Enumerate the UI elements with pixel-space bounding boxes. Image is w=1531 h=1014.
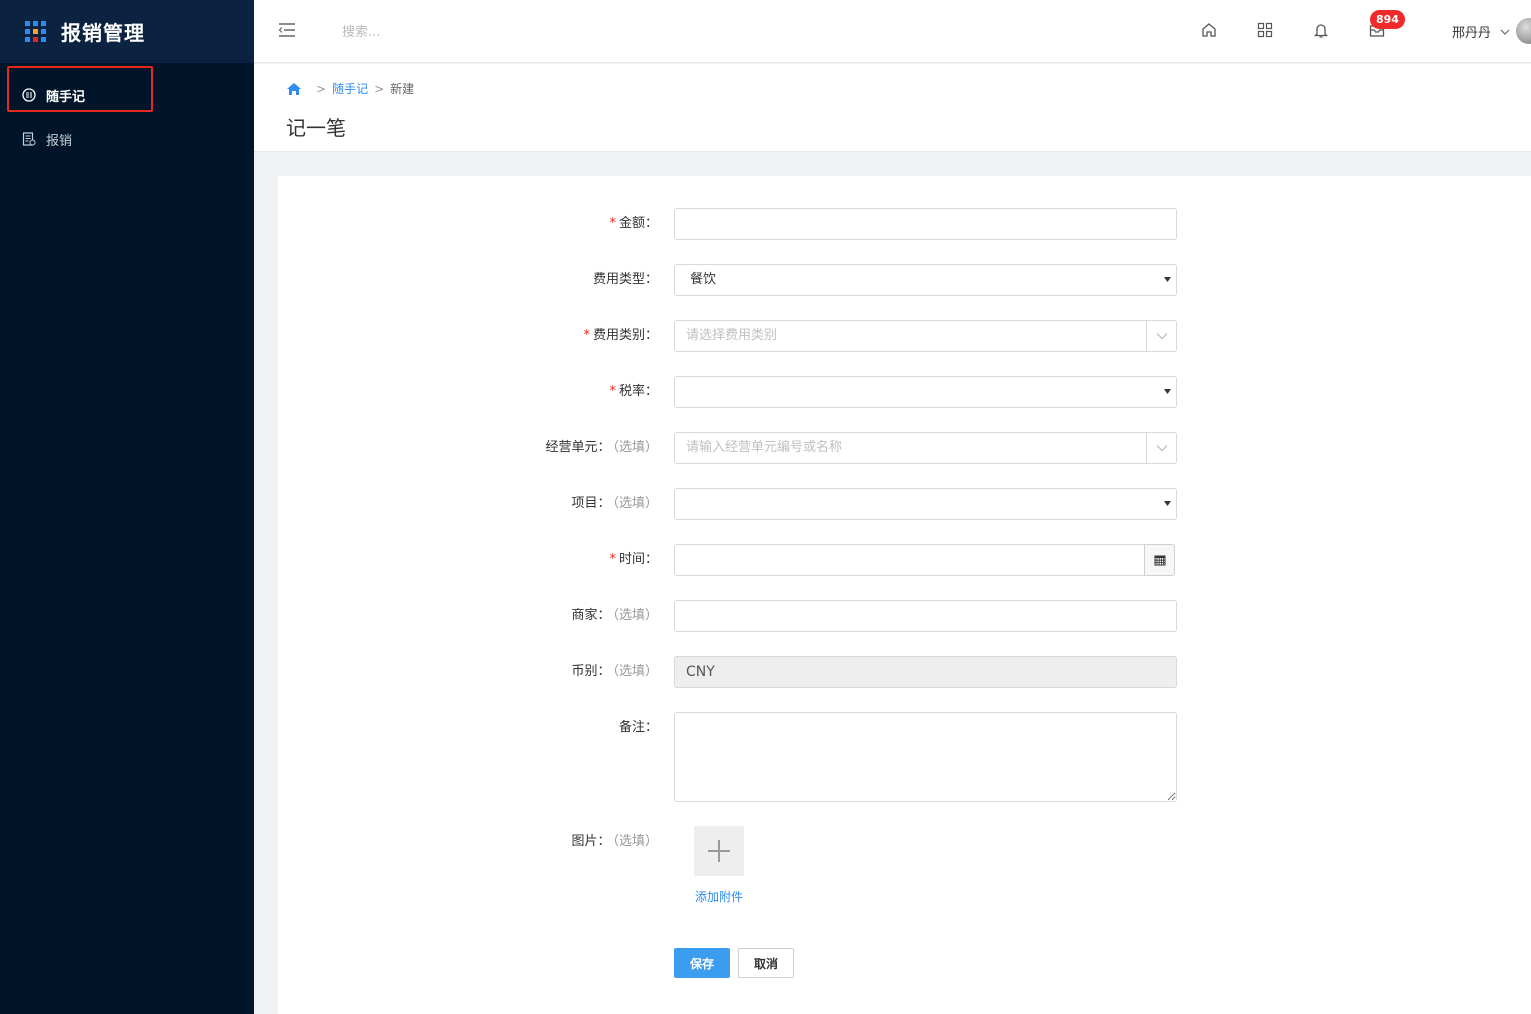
project-label: 项目： （选填）: [571, 488, 658, 520]
cancel-button[interactable]: 取消: [738, 948, 794, 978]
amount-label: * 金额：: [609, 208, 658, 240]
add-attachment-link[interactable]: 添加附件: [695, 888, 743, 905]
home-icon[interactable]: [1200, 21, 1218, 39]
optional-hint: （选填）: [612, 440, 658, 455]
expense-category-label: * 费用类别：: [583, 320, 658, 352]
expense-type-select[interactable]: 餐饮: [674, 264, 1177, 296]
chevron-down-icon[interactable]: [1146, 433, 1176, 463]
chevron-down-icon[interactable]: [1500, 25, 1510, 35]
apps-grid-icon[interactable]: [25, 20, 47, 43]
top-header: 894 邢丹丹: [254, 0, 1531, 63]
sidebar-item-label: 随手记: [46, 89, 86, 105]
amount-label-text: 金额：: [618, 216, 658, 231]
currency-label-text: 币别：: [571, 664, 611, 679]
merchant-label-text: 商家：: [571, 608, 611, 623]
upload-button[interactable]: [694, 826, 744, 876]
form-row-merchant: 商家： （选填）: [278, 600, 1531, 632]
optional-hint: （选填）: [612, 608, 658, 623]
form-actions: 保存 取消: [278, 948, 1531, 978]
required-mark: *: [609, 552, 616, 567]
time-input[interactable]: [674, 544, 1146, 576]
sidebar-item-reimbursement[interactable]: 报销: [0, 117, 254, 161]
image-label: 图片： （选填）: [571, 826, 658, 858]
expense-category-placeholder: 请选择费用类别: [686, 328, 778, 343]
notification-badge: 894: [1370, 10, 1405, 29]
form-row-image: 图片： （选填） 添加附件: [278, 826, 1531, 906]
form-row-expense-category: * 费用类别： 请选择费用类别: [278, 320, 1531, 352]
time-label-text: 时间：: [618, 552, 658, 567]
receipt-icon: [22, 132, 36, 146]
home-breadcrumb-icon[interactable]: [286, 81, 302, 97]
merchant-label: 商家： （选填）: [571, 600, 658, 632]
expense-type-value: 餐饮: [690, 272, 717, 287]
image-label-text: 图片：: [571, 834, 611, 849]
form-row-amount: * 金额：: [278, 208, 1531, 240]
menu-toggle-icon[interactable]: [278, 22, 296, 38]
caret-down-icon: [1164, 389, 1171, 394]
expense-type-label: 费用类型：: [592, 272, 658, 287]
caret-down-icon: [1164, 501, 1171, 506]
tax-rate-select[interactable]: [674, 376, 1177, 408]
currency-input: [674, 656, 1177, 688]
required-mark: *: [583, 328, 590, 343]
notebook-icon: [22, 88, 36, 102]
user-name[interactable]: 邢丹丹: [1452, 22, 1491, 41]
breadcrumb-separator: >: [374, 81, 385, 96]
calendar-icon[interactable]: [1144, 544, 1175, 576]
brand-bar: 报销管理: [0, 0, 254, 63]
page-title: 记一笔: [286, 116, 346, 140]
expense-category-combobox[interactable]: 请选择费用类别: [674, 320, 1177, 352]
breadcrumb-separator: >: [316, 81, 327, 96]
page-header: > 随手记 > 新建 记一笔: [254, 64, 1531, 152]
required-mark: *: [609, 216, 616, 231]
form-row-project: 项目： （选填）: [278, 488, 1531, 520]
optional-hint: （选填）: [612, 496, 658, 511]
avatar[interactable]: [1516, 18, 1531, 44]
search-input[interactable]: [342, 20, 562, 44]
sidebar: 报销管理 随手记 报销: [0, 0, 254, 1014]
business-unit-placeholder: 请输入经营单元编号或名称: [686, 440, 843, 455]
tax-rate-label-text: 税率：: [618, 384, 658, 399]
form-row-time: * 时间：: [278, 544, 1531, 576]
save-button[interactable]: 保存: [674, 948, 730, 978]
caret-down-icon: [1164, 277, 1171, 282]
form-row-expense-type: 费用类型： 餐饮: [278, 264, 1531, 296]
form-card: * 金额： 费用类型： 餐饮 * 费用类别： 请选择费用类别 * 税率： 经营单元：（…: [278, 176, 1531, 1014]
business-unit-label: 经营单元： （选填）: [545, 432, 658, 464]
bell-icon[interactable]: [1312, 21, 1330, 39]
optional-hint: （选填）: [612, 834, 658, 849]
required-mark: *: [609, 384, 616, 399]
tax-rate-label: * 税率：: [609, 376, 658, 408]
form-row-tax-rate: * 税率：: [278, 376, 1531, 408]
amount-input[interactable]: [674, 208, 1177, 240]
form-row-remark: 备注：: [278, 712, 1531, 802]
currency-label: 币别： （选填）: [571, 656, 658, 688]
time-label: * 时间：: [609, 544, 658, 576]
project-select[interactable]: [674, 488, 1177, 520]
apps-icon[interactable]: [1256, 21, 1274, 39]
business-unit-label-text: 经营单元：: [545, 440, 611, 455]
business-unit-combobox[interactable]: 请输入经营单元编号或名称: [674, 432, 1177, 464]
breadcrumb: > 随手记 > 新建: [286, 80, 414, 97]
sidebar-item-notes[interactable]: 随手记: [0, 73, 254, 117]
chevron-down-icon[interactable]: [1146, 321, 1176, 351]
plus-icon: [708, 840, 730, 862]
form-row-business-unit: 经营单元： （选填） 请输入经营单元编号或名称: [278, 432, 1531, 464]
sidebar-item-label: 报销: [46, 133, 73, 149]
remark-label: 备注：: [618, 720, 658, 735]
breadcrumb-link-notes[interactable]: 随手记: [332, 80, 368, 97]
breadcrumb-current: 新建: [390, 82, 415, 96]
optional-hint: （选填）: [612, 664, 658, 679]
form-row-currency: 币别： （选填）: [278, 656, 1531, 688]
remark-textarea[interactable]: [674, 712, 1177, 802]
expense-category-label-text: 费用类别：: [592, 328, 658, 343]
project-label-text: 项目：: [571, 496, 611, 511]
app-title: 报销管理: [61, 21, 145, 45]
merchant-input[interactable]: [674, 600, 1177, 632]
